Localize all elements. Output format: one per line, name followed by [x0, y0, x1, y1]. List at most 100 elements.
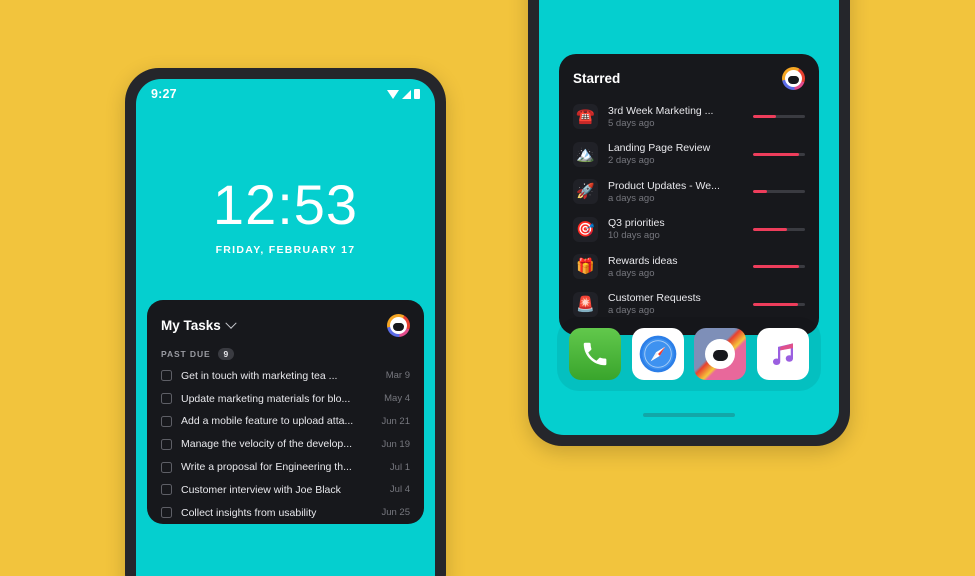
past-due-label: PAST DUE [161, 348, 211, 359]
right-phone-device: Starred ☎️ 3rd Week Marketing ... 5 days a… [528, 0, 850, 446]
phone-app-icon[interactable] [569, 328, 621, 380]
task-row[interactable]: Update marketing materials for blo... May… [161, 387, 410, 410]
task-due-date: Mar 9 [385, 370, 410, 382]
chevron-down-icon[interactable] [225, 317, 237, 329]
dart-icon: 🎯 [573, 216, 598, 242]
right-phone-screen: Starred ☎️ 3rd Week Marketing ... 5 days a… [539, 0, 839, 435]
status-bar-icons [387, 89, 420, 99]
starred-item-progress-bar [753, 227, 805, 231]
starred-item-subtitle: a days ago [608, 192, 655, 204]
starred-item-texts: Customer Requests a days ago [608, 292, 743, 316]
starred-item[interactable]: 🎯 Q3 priorities 10 days ago [573, 211, 805, 249]
starred-item-texts: Rewards ideas a days ago [608, 255, 743, 279]
starred-item-progress-bar [753, 302, 805, 306]
starred-item-texts: Product Updates - We... a days ago [608, 180, 743, 204]
task-due-date: Jul 1 [389, 461, 410, 473]
tasks-app-icon[interactable] [694, 328, 747, 380]
starred-widget[interactable]: Starred ☎️ 3rd Week Marketing ... 5 days a… [559, 54, 819, 335]
task-checkbox[interactable] [161, 484, 172, 496]
task-list: Get in touch with marketing tea ... Mar 9… [161, 365, 410, 525]
gift-icon: 🎁 [573, 254, 598, 280]
starred-item-texts: Q3 priorities 10 days ago [608, 217, 743, 241]
wifi-icon [387, 89, 399, 99]
left-phone-screen: 9:27 12:53 FRIDAY, FEBRUARY 17 My Tasks [136, 79, 435, 576]
starred-item-name: Landing Page Review [608, 142, 711, 155]
my-tasks-header: My Tasks [161, 314, 410, 337]
task-row[interactable]: Collect insights from usability Jun 25 [161, 501, 410, 524]
task-title: Add a mobile feature to upload atta... [181, 415, 354, 428]
starred-item-subtitle: 10 days ago [608, 230, 660, 242]
past-due-count-badge: 9 [217, 348, 235, 360]
task-title: Customer interview with Joe Black [181, 483, 341, 496]
starred-item-progress-bar [753, 115, 805, 119]
my-tasks-title: My Tasks [161, 318, 221, 333]
task-checkbox[interactable] [161, 393, 172, 405]
task-checkbox[interactable] [161, 370, 172, 382]
task-title: Collect insights from usability [181, 506, 317, 519]
task-due-date: May 4 [384, 393, 410, 405]
task-row[interactable]: Get in touch with marketing tea ... Mar 9 [161, 365, 410, 388]
telephone-icon: ☎️ [573, 104, 598, 130]
starred-list: ☎️ 3rd Week Marketing ... 5 days ago 🏔️ Land… [573, 98, 805, 323]
task-row[interactable]: Customer interview with Joe Black Jul 4 [161, 478, 410, 501]
starred-item[interactable]: 🎁 Rewards ideas a days ago [573, 248, 805, 286]
starred-item-name: Q3 priorities [608, 217, 665, 230]
task-due-date: Jun 21 [381, 415, 410, 427]
starred-item-name: Product Updates - We... [608, 179, 720, 192]
avatar[interactable] [782, 67, 805, 90]
starred-item-progress-bar [753, 265, 805, 269]
starred-item[interactable]: 🚀 Product Updates - We... a days ago [573, 173, 805, 211]
task-row[interactable]: Write a proposal for Engineering th... Ju… [161, 456, 410, 479]
status-bar-time: 9:27 [151, 87, 177, 101]
home-indicator [643, 413, 735, 417]
siren-icon: 🚨 [573, 291, 598, 317]
starred-header: Starred [573, 67, 805, 90]
starred-item[interactable]: 🏔️ Landing Page Review 2 days ago [573, 136, 805, 174]
task-due-date: Jul 4 [389, 484, 410, 496]
music-app-icon[interactable] [756, 328, 809, 380]
safari-app-icon[interactable] [631, 328, 684, 380]
starred-item-progress-bar [753, 152, 805, 156]
starred-title: Starred [573, 71, 621, 86]
starred-item-texts: 3rd Week Marketing ... 5 days ago [608, 105, 743, 129]
task-due-date: Jun 19 [381, 438, 410, 450]
starred-item-name: 3rd Week Marketing ... [608, 104, 714, 117]
task-title: Get in touch with marketing tea ... [181, 369, 338, 382]
task-row[interactable]: Add a mobile feature to upload atta... Ju… [161, 410, 410, 433]
lock-screen-date: FRIDAY, FEBRUARY 17 [215, 244, 356, 256]
power-button[interactable] [444, 329, 446, 429]
left-phone-device: 9:27 12:53 FRIDAY, FEBRUARY 17 My Tasks [125, 68, 446, 576]
dock [557, 317, 821, 391]
my-tasks-title-group[interactable]: My Tasks [161, 317, 237, 333]
battery-icon [414, 89, 420, 99]
task-title: Update marketing materials for blo... [181, 392, 351, 405]
starred-item-subtitle: 2 days ago [608, 155, 655, 167]
avatar-face [390, 317, 407, 334]
avatar-face [785, 70, 802, 87]
starred-item-subtitle: 5 days ago [608, 117, 655, 129]
mountain-icon: 🏔️ [573, 141, 598, 167]
starred-item[interactable]: ☎️ 3rd Week Marketing ... 5 days ago [573, 98, 805, 136]
task-checkbox[interactable] [161, 438, 172, 450]
lock-screen-clock: 12:53 FRIDAY, FEBRUARY 17 [136, 173, 435, 257]
status-bar: 9:27 [136, 79, 435, 109]
task-title: Write a proposal for Engineering th... [181, 461, 352, 474]
starred-item-subtitle: a days ago [608, 305, 655, 317]
lock-screen-time: 12:53 [212, 173, 359, 236]
starred-item-name: Rewards ideas [608, 254, 678, 267]
rocket-icon: 🚀 [573, 179, 598, 205]
starred-item-texts: Landing Page Review 2 days ago [608, 142, 743, 166]
task-checkbox[interactable] [161, 415, 172, 427]
task-checkbox[interactable] [161, 507, 172, 519]
task-checkbox[interactable] [161, 461, 172, 473]
past-due-section-header: PAST DUE 9 [161, 348, 410, 360]
starred-item-progress-bar [753, 190, 805, 194]
task-due-date: Jun 25 [381, 507, 410, 519]
signal-icon [402, 89, 411, 99]
task-row[interactable]: Manage the velocity of the develop... Jun… [161, 433, 410, 456]
avatar[interactable] [387, 314, 410, 337]
starred-item-name: Customer Requests [608, 292, 701, 305]
task-title: Manage the velocity of the develop... [181, 438, 353, 451]
my-tasks-widget[interactable]: My Tasks PAST DUE 9 Get in touch with ma… [147, 300, 424, 525]
starred-item-subtitle: a days ago [608, 267, 655, 279]
